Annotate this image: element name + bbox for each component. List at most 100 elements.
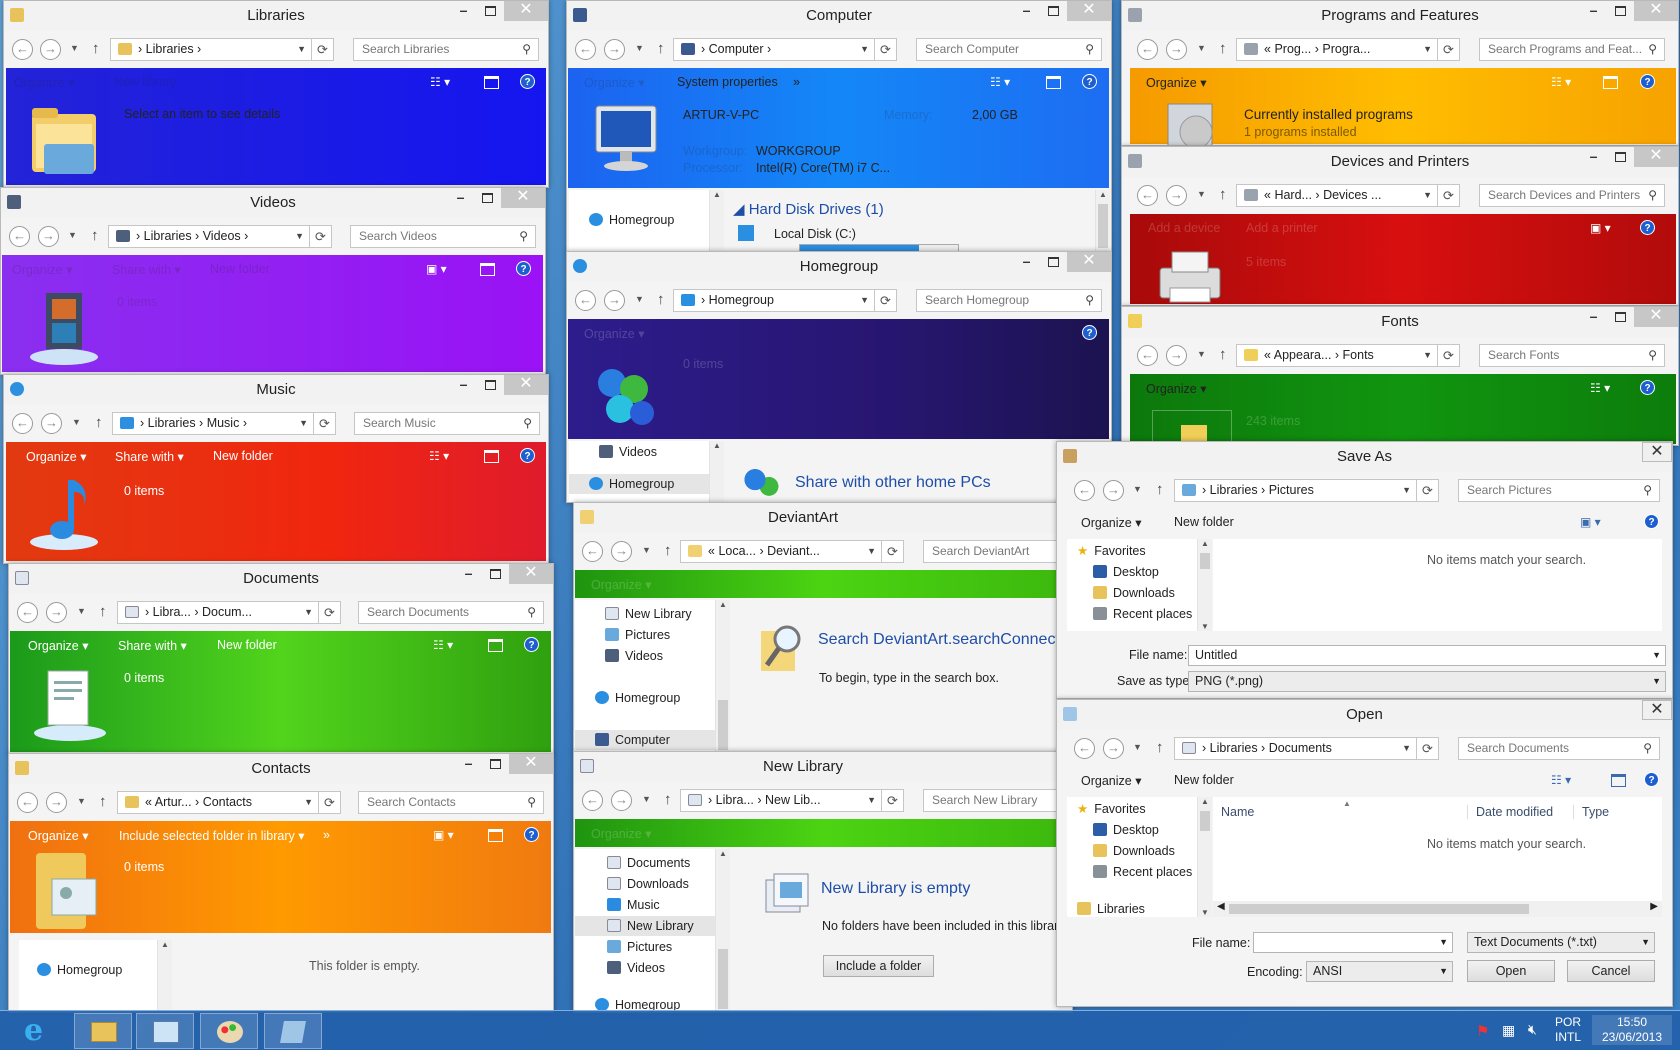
breadcrumb-item[interactable]: Libraries [148, 416, 196, 430]
recent-pages-dropdown[interactable]: ▼ [642, 794, 651, 804]
navigation-pane[interactable]: New Library Pictures Videos Homegroup Co… [575, 600, 715, 751]
navigation-pane[interactable]: Homegroup [569, 190, 709, 251]
recent-pages-dropdown[interactable]: ▼ [72, 417, 81, 427]
back-button[interactable]: ← [9, 226, 30, 247]
back-button[interactable]: ← [582, 790, 603, 811]
local-disk-item[interactable]: Local Disk (C:) [738, 225, 856, 241]
view-options-icon[interactable]: ☷ ▾ [430, 75, 450, 89]
dialog-save-as[interactable]: Save As ✕ ← → ▼ ↑ › Libraries › Pictures… [1056, 441, 1673, 699]
forward-button[interactable]: → [38, 226, 59, 247]
organize-button[interactable]: Organize ▾ [584, 75, 644, 90]
recent-pages-dropdown[interactable]: ▼ [1197, 189, 1206, 199]
breadcrumb-item[interactable]: Loca... [718, 544, 756, 558]
window-fonts[interactable]: Fonts – ✕ ← → ▼ ↑ « Appeara... › Fonts ▼ ⟳… [1121, 306, 1679, 446]
encoding-select[interactable]: ANSI ▼ [1306, 961, 1453, 982]
nav-item-downloads[interactable]: Downloads [1093, 841, 1197, 861]
group-header[interactable]: ◢ Hard Disk Drives (1) [733, 200, 884, 218]
navigation-pane[interactable]: Documents Downloads Music New Library Pi… [575, 849, 715, 1012]
up-button[interactable]: ↑ [1219, 40, 1227, 57]
up-button[interactable]: ↑ [95, 414, 103, 431]
new-library-button[interactable]: New library [114, 75, 177, 89]
search-input[interactable]: Search Homegroup ⚲ [916, 289, 1102, 312]
up-button[interactable]: ↑ [657, 291, 665, 308]
organize-button[interactable]: Organize ▾ [12, 262, 72, 277]
search-input[interactable]: Search Documents ⚲ [1458, 737, 1660, 760]
maximize-button[interactable] [482, 754, 509, 774]
address-bar[interactable]: › Libraries › Videos › ▼ [108, 225, 310, 248]
back-button[interactable]: ← [575, 39, 596, 60]
preview-pane-button[interactable] [480, 263, 495, 276]
organize-button[interactable]: Organize ▾ [26, 449, 86, 464]
refresh-button[interactable]: ⟳ [314, 412, 336, 435]
refresh-button[interactable]: ⟳ [1438, 38, 1460, 61]
more-commands-button[interactable]: » [793, 75, 800, 89]
recent-pages-dropdown[interactable]: ▼ [1133, 742, 1142, 752]
close-button[interactable]: ✕ [1642, 442, 1672, 462]
help-icon[interactable]: ? [524, 827, 539, 842]
title-bar[interactable]: Music – ✕ [4, 375, 548, 405]
help-icon[interactable]: ? [520, 74, 535, 89]
search-input[interactable]: Search Contacts ⚲ [358, 791, 544, 814]
forward-button[interactable]: → [611, 790, 632, 811]
nav-item-music[interactable]: Music [607, 895, 715, 915]
close-button[interactable]: ✕ [501, 188, 545, 208]
nav-item-libraries[interactable]: Libraries [1077, 899, 1197, 915]
window-new-library[interactable]: New Library – ← → ▼ ↑ › Libra... › New L… [573, 751, 1073, 1013]
forward-button[interactable]: → [1103, 480, 1124, 501]
preview-pane-button[interactable] [1603, 76, 1618, 89]
close-button[interactable]: ✕ [1067, 1, 1111, 21]
help-icon[interactable]: ? [516, 261, 531, 276]
search-input[interactable]: Search New Library [923, 789, 1072, 812]
preview-pane-button[interactable] [1046, 76, 1061, 89]
nav-item-videos[interactable]: Videos [607, 958, 715, 978]
share-with-button[interactable]: Share with ▾ [118, 638, 187, 653]
up-button[interactable]: ↑ [99, 603, 107, 620]
breadcrumb-item[interactable]: Fonts [1343, 348, 1374, 362]
help-icon[interactable]: ? [1644, 514, 1659, 529]
address-bar[interactable]: › Libra... › New Lib... ▼ [680, 789, 882, 812]
address-bar[interactable]: « Prog... › Progra... ▼ [1236, 38, 1438, 61]
back-button[interactable]: ← [17, 602, 38, 623]
breadcrumb-item[interactable]: Libraries [1210, 741, 1258, 755]
breadcrumb-item[interactable]: Videos [203, 229, 241, 243]
refresh-button[interactable]: ⟳ [312, 38, 334, 61]
breadcrumb-item[interactable]: Libraries [146, 42, 194, 56]
forward-button[interactable]: → [1166, 39, 1187, 60]
up-button[interactable]: ↑ [1156, 481, 1164, 498]
recent-pages-dropdown[interactable]: ▼ [77, 606, 86, 616]
minimize-button[interactable]: – [1580, 307, 1607, 327]
address-bar[interactable]: « Hard... › Devices ... ▼ [1236, 184, 1438, 207]
network-icon[interactable]: ▦ [1502, 1022, 1515, 1039]
help-icon[interactable]: ? [1644, 772, 1659, 787]
nav-item-favorites[interactable]: ★ Favorites [1077, 541, 1197, 561]
up-button[interactable]: ↑ [1219, 186, 1227, 203]
back-button[interactable]: ← [17, 792, 38, 813]
window-libraries[interactable]: Libraries – ✕ ← → ▼ ↑ › Libraries › ▼ ⟳ Se… [3, 0, 549, 188]
minimize-button[interactable]: – [450, 375, 477, 395]
refresh-button[interactable]: ⟳ [882, 789, 904, 812]
breadcrumb-item[interactable]: Music [207, 416, 240, 430]
address-bar[interactable]: › Libraries › Music › ▼ [112, 412, 314, 435]
nav-item-documents[interactable]: Documents [607, 853, 715, 873]
back-button[interactable]: ← [582, 541, 603, 562]
refresh-button[interactable]: ⟳ [310, 225, 332, 248]
close-button[interactable]: ✕ [509, 754, 553, 774]
taskbar-notepad[interactable] [264, 1013, 322, 1049]
title-bar[interactable]: Computer – ✕ [567, 1, 1111, 31]
maximize-button[interactable] [1607, 1, 1634, 21]
refresh-button[interactable]: ⟳ [875, 38, 897, 61]
refresh-button[interactable]: ⟳ [319, 791, 341, 814]
address-bar[interactable]: › Libra... › Docum... ▼ [117, 601, 319, 624]
share-with-button[interactable]: Share with ▾ [115, 449, 184, 464]
close-button[interactable]: ✕ [1634, 1, 1678, 21]
help-icon[interactable]: ? [520, 448, 535, 463]
search-input[interactable]: Search Documents ⚲ [358, 601, 544, 624]
organize-button[interactable]: Organize ▾ [1081, 773, 1141, 788]
back-button[interactable]: ← [1074, 738, 1095, 759]
up-button[interactable]: ↑ [91, 227, 99, 244]
nav-scrollbar[interactable]: ▲ [709, 190, 724, 251]
refresh-button[interactable]: ⟳ [1417, 479, 1439, 502]
nav-item-desktop[interactable]: Desktop [1093, 820, 1197, 840]
back-button[interactable]: ← [1137, 185, 1158, 206]
preview-pane-button[interactable] [484, 450, 499, 463]
